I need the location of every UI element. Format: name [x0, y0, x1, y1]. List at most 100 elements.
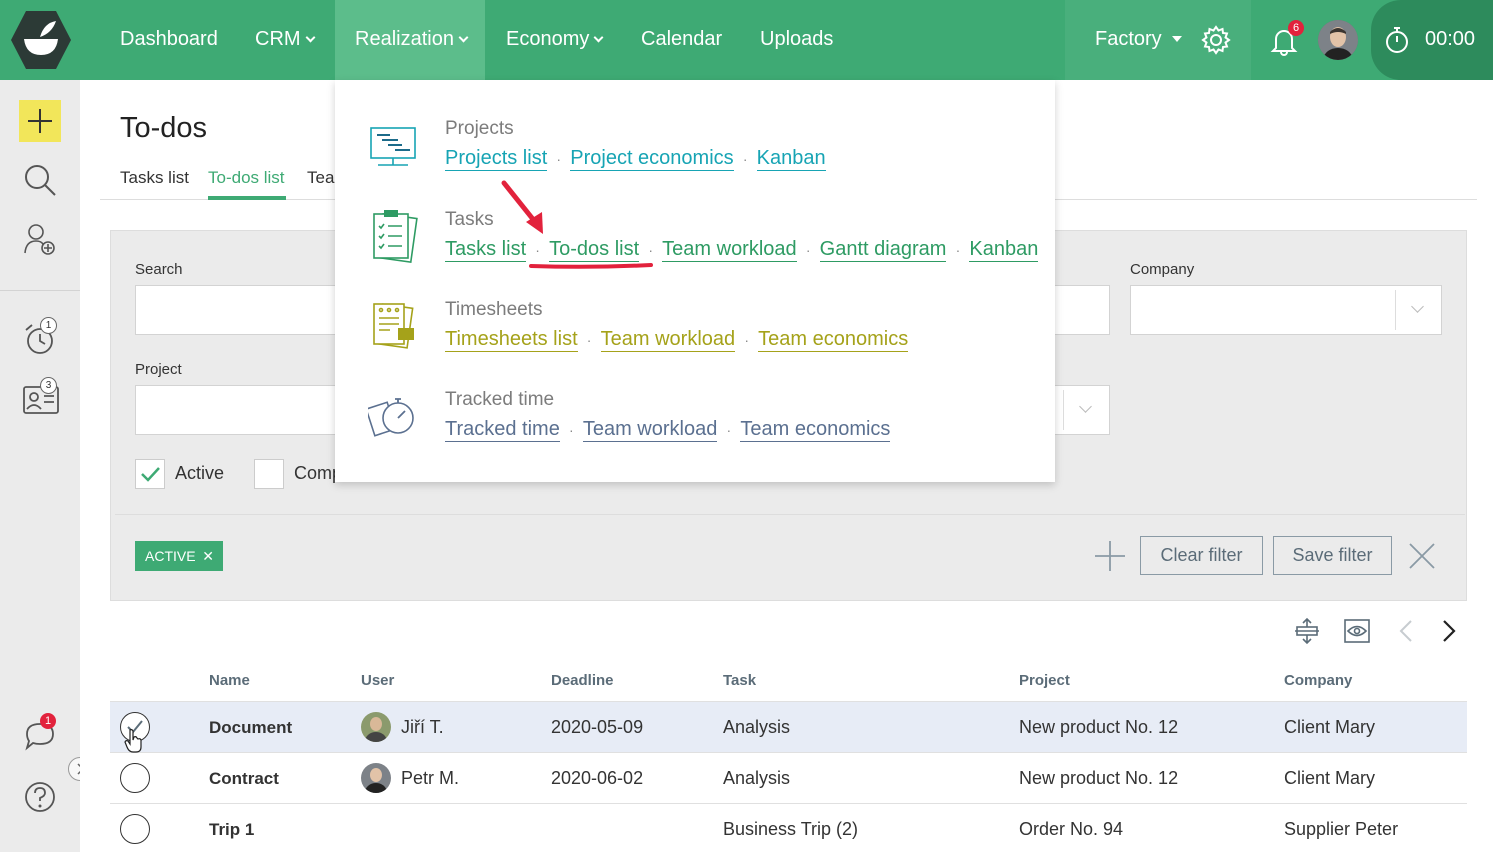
app-logo-icon[interactable] — [10, 9, 72, 71]
menu-link-projects-kanban[interactable]: Kanban — [756, 147, 826, 171]
table-row[interactable]: Trip 1 Business Trip (2) Order No. 94 Su… — [110, 804, 1467, 852]
user-avatar-image — [361, 763, 391, 793]
separator-dot: · — [742, 151, 748, 167]
row-project[interactable]: New product No. 12 — [1019, 702, 1178, 753]
row-company[interactable]: Client Mary — [1284, 753, 1375, 804]
help-icon[interactable] — [23, 780, 57, 814]
menu-link-projects-list[interactable]: Projects list — [445, 147, 548, 171]
chevron-down-icon — [593, 32, 604, 43]
nav-dashboard[interactable]: Dashboard — [120, 0, 218, 80]
nav-crm[interactable]: CRM — [255, 0, 315, 80]
menu-links-projects: Projects list · Project economics · Kanban — [445, 147, 826, 171]
table-row[interactable]: Document Jiří T. 2020-05-09 Analysis New… — [110, 702, 1467, 753]
company-switcher[interactable]: Factory — [1095, 0, 1182, 80]
row-name[interactable]: Document — [209, 702, 292, 753]
menu-link-tracked-team-economics[interactable]: Team economics — [740, 418, 891, 442]
row-deadline: 2020-06-02 — [551, 768, 644, 788]
chevron-down-icon — [305, 32, 315, 43]
row-task[interactable]: Analysis — [723, 753, 790, 804]
project-label: Project — [135, 361, 182, 378]
nav-calendar[interactable]: Calendar — [641, 0, 722, 80]
menu-link-tracked-time[interactable]: Tracked time — [445, 418, 560, 442]
add-button[interactable] — [19, 100, 61, 142]
nav-dashboard-label: Dashboard — [120, 28, 218, 50]
column-header-project[interactable]: Project — [1019, 672, 1070, 689]
menu-link-timesheets-team-economics[interactable]: Team economics — [758, 328, 909, 352]
row-name[interactable]: Contract — [209, 753, 279, 804]
tab-tasks-list[interactable]: Tasks list — [120, 168, 189, 188]
menu-link-todos-list[interactable]: To-dos list — [549, 238, 640, 262]
column-visibility-icon[interactable] — [1343, 616, 1371, 646]
row-checkbox[interactable] — [120, 763, 150, 793]
chevron-down-icon — [458, 32, 469, 43]
tracked-time-stopwatch-icon — [368, 398, 414, 437]
row-deadline: 2020-05-09 — [551, 717, 644, 737]
clear-filter-button[interactable]: Clear filter — [1140, 536, 1263, 575]
nav-economy-label: Economy — [506, 28, 590, 50]
nav-uploads[interactable]: Uploads — [760, 0, 833, 80]
gear-icon[interactable] — [1200, 24, 1232, 56]
active-filter-tag[interactable]: ACTIVE ✕ — [135, 541, 223, 571]
company-select[interactable] — [1130, 285, 1442, 335]
menu-link-timesheets-list[interactable]: Timesheets list — [445, 328, 578, 352]
menu-link-tasks-list[interactable]: Tasks list — [445, 238, 527, 262]
column-header-deadline[interactable]: Deadline — [551, 672, 614, 689]
remove-tag-icon[interactable]: ✕ — [202, 541, 214, 571]
menu-link-timesheets-team-workload[interactable]: Team workload — [600, 328, 736, 352]
notifications-badge: 6 — [1288, 20, 1304, 36]
menu-link-gantt-diagram[interactable]: Gantt diagram — [819, 238, 947, 262]
next-page-icon[interactable] — [1436, 618, 1460, 644]
nav-realization[interactable]: Realization — [335, 0, 485, 80]
user-avatar-image — [1318, 20, 1358, 60]
column-header-company[interactable]: Company — [1284, 672, 1352, 689]
menu-link-team-workload[interactable]: Team workload — [662, 238, 797, 262]
add-filter-icon[interactable] — [1093, 539, 1127, 573]
nav-realization-label: Realization — [355, 28, 454, 50]
row-checkbox[interactable] — [120, 814, 150, 844]
menu-link-tasks-kanban[interactable]: Kanban — [969, 238, 1039, 262]
row-company[interactable]: Supplier Peter — [1284, 804, 1398, 852]
filter-divider — [115, 514, 1465, 515]
completed-checkbox[interactable] — [254, 459, 284, 489]
row-project[interactable]: New product No. 12 — [1019, 753, 1178, 804]
row-company[interactable]: Client Mary — [1284, 702, 1375, 753]
search-icon[interactable] — [23, 163, 57, 197]
menu-links-timesheets: Timesheets list · Team workload · Team econo… — [445, 328, 909, 352]
column-header-user[interactable]: User — [361, 672, 394, 689]
stopwatch-icon[interactable] — [1382, 25, 1412, 55]
table-row[interactable]: Contract Petr M. 2020-06-02 Analysis New… — [110, 753, 1467, 804]
menu-links-tracked-time: Tracked time · Team workload · Team economic… — [445, 418, 891, 442]
menu-link-tracked-team-workload[interactable]: Team workload — [582, 418, 718, 442]
select-divider — [1395, 290, 1396, 330]
menu-link-project-economics[interactable]: Project economics — [570, 147, 734, 171]
contacts-badge: 3 — [40, 377, 57, 394]
user-avatar — [361, 763, 391, 793]
row-task[interactable]: Analysis — [723, 702, 790, 753]
column-header-name[interactable]: Name — [209, 672, 250, 689]
menu-section-timesheets: Timesheets — [445, 299, 543, 320]
plus-icon — [28, 109, 52, 133]
prev-page-icon[interactable] — [1395, 618, 1419, 644]
menu-section-tasks: Tasks — [445, 209, 494, 230]
add-contact-icon[interactable] — [23, 222, 57, 256]
timesheets-icon — [373, 303, 414, 349]
tab-todos-list[interactable]: To-dos list — [208, 168, 285, 188]
close-filter-icon[interactable] — [1407, 541, 1437, 571]
active-checkbox-label: Active — [175, 463, 225, 483]
chevron-down-icon — [1411, 300, 1424, 313]
save-filter-button[interactable]: Save filter — [1273, 536, 1392, 575]
user-avatar[interactable] — [1318, 20, 1358, 60]
chat-badge: 1 — [40, 713, 56, 729]
nav-economy[interactable]: Economy — [506, 0, 604, 80]
nav-calendar-label: Calendar — [641, 28, 723, 50]
row-project[interactable]: Order No. 94 — [1019, 804, 1123, 852]
page-title: To-dos — [120, 112, 208, 144]
active-checkbox[interactable] — [135, 459, 165, 489]
active-tab-indicator — [208, 196, 286, 200]
row-name[interactable]: Trip 1 — [209, 804, 254, 852]
row-task[interactable]: Business Trip (2) — [723, 804, 858, 852]
row-user: Petr M. — [401, 768, 460, 788]
company-name: Factory — [1095, 28, 1162, 50]
row-height-icon[interactable] — [1292, 616, 1322, 646]
column-header-task[interactable]: Task — [723, 672, 756, 689]
